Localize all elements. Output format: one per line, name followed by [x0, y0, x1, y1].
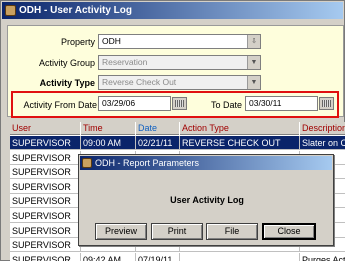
- calendar-icon[interactable]: [319, 97, 334, 110]
- date-cell: 07/19/11: [136, 252, 180, 261]
- from-date-label: Activity From Date: [23, 100, 97, 110]
- column-header-user[interactable]: User: [10, 122, 81, 135]
- activity-group-label: Activity Group: [38, 58, 95, 68]
- dialog-heading: User Activity Log: [170, 195, 244, 205]
- user-cell: SUPERVISOR: [10, 165, 81, 180]
- table-row[interactable]: SUPERVISOR 09:00 AM 02/21/11 REVERSE CHECK …: [10, 136, 345, 150]
- chevron-down-icon[interactable]: ▼: [247, 76, 260, 89]
- activity-type-label: Activity Type: [39, 78, 95, 88]
- print-button[interactable]: Print: [151, 223, 203, 240]
- activity-type-field[interactable]: Reverse Check Out ▼: [98, 75, 261, 90]
- user-cell: SUPERVISOR: [10, 209, 81, 223]
- dialog-titlebar[interactable]: ODH - Report Parameters: [80, 156, 332, 170]
- column-header-description[interactable]: Description: [300, 122, 345, 135]
- dialog-title: ODH - Report Parameters: [95, 158, 200, 168]
- property-field[interactable]: ODH ⇩: [98, 34, 261, 49]
- property-label: Property: [60, 37, 95, 47]
- action-type-cell: REVERSE CHECK OUT: [180, 136, 300, 150]
- column-header-action-type[interactable]: Action Type: [180, 122, 300, 135]
- window-titlebar[interactable]: ODH - User Activity Log: [2, 2, 343, 19]
- description-cell: Purges Acti: [300, 253, 345, 261]
- user-cell: SUPERVISOR: [10, 194, 81, 209]
- user-cell: SUPERVISOR: [10, 252, 81, 261]
- app-icon: [5, 5, 16, 16]
- to-date-label: To Date: [210, 100, 242, 110]
- chevron-down-icon[interactable]: ▼: [247, 56, 260, 69]
- user-cell: SUPERVISOR: [10, 136, 81, 150]
- to-date-input[interactable]: 03/30/11: [245, 96, 318, 111]
- time-cell: 09:42 AM: [81, 252, 136, 261]
- action-type-cell: [180, 252, 300, 261]
- file-button[interactable]: File: [206, 223, 258, 240]
- preview-button[interactable]: Preview: [95, 223, 147, 240]
- app-icon: [82, 158, 92, 168]
- calendar-icon[interactable]: [172, 97, 187, 110]
- user-cell: SUPERVISOR: [10, 238, 81, 253]
- table-row[interactable]: SUPERVISOR 09:42 AM 07/19/11 Purges Acti: [10, 252, 345, 261]
- close-button[interactable]: Close: [262, 223, 316, 240]
- from-date-value: 03/29/06: [102, 98, 136, 108]
- property-value: ODH: [102, 36, 121, 46]
- window-title: ODH - User Activity Log: [19, 5, 132, 16]
- grid-header: User Time Date Action Type Description: [10, 122, 345, 135]
- date-cell: 02/21/11: [136, 136, 180, 150]
- user-cell: SUPERVISOR: [10, 150, 81, 165]
- activity-type-value: Reverse Check Out: [102, 77, 177, 87]
- column-header-date[interactable]: Date: [136, 122, 180, 135]
- column-header-time[interactable]: Time: [81, 122, 136, 135]
- activity-group-field[interactable]: Reservation ▼: [98, 55, 261, 70]
- activity-group-value: Reservation: [102, 57, 148, 67]
- from-date-input[interactable]: 03/29/06: [98, 96, 171, 111]
- user-cell: SUPERVISOR: [10, 179, 81, 194]
- main-window: ODH - User Activity Log Property ODH ⇩ A…: [0, 0, 345, 261]
- user-cell: SUPERVISOR: [10, 223, 81, 238]
- report-parameters-dialog: ODH - Report Parameters User Activity Lo…: [78, 154, 334, 246]
- time-cell: 09:00 AM: [81, 136, 136, 150]
- to-date-value: 03/30/11: [249, 98, 282, 108]
- description-cell: Slater on C: [302, 138, 345, 148]
- property-lookup-icon[interactable]: ⇩: [247, 35, 260, 48]
